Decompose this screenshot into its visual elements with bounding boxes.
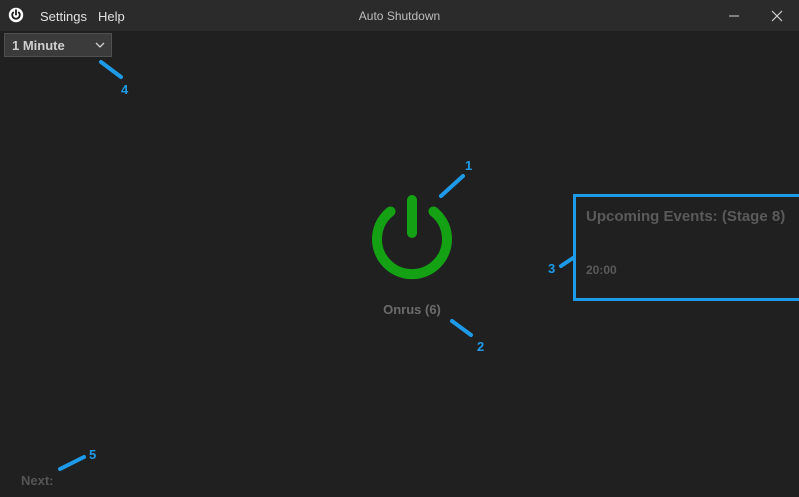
minimize-button[interactable] — [711, 0, 757, 31]
annotation-line-3 — [559, 256, 575, 268]
annotation-number-5: 5 — [89, 447, 97, 462]
upcoming-events-title: Upcoming Events: (Stage 8) — [586, 208, 786, 225]
annotation-number-2: 2 — [477, 339, 485, 354]
upcoming-events-panel: Upcoming Events: (Stage 8) 20:00 — [573, 194, 799, 301]
close-icon — [771, 10, 783, 22]
event-time: 20:00 — [586, 263, 617, 277]
menu-settings[interactable]: Settings — [40, 9, 87, 24]
annotation-number-4: 4 — [121, 82, 129, 97]
annotation-line-5 — [58, 455, 86, 471]
timer-dropdown-value: 1 Minute — [12, 38, 65, 53]
app-power-icon[interactable] — [8, 7, 24, 23]
annotation-line-4 — [99, 60, 123, 79]
minimize-icon — [729, 15, 739, 17]
close-button[interactable] — [754, 0, 799, 31]
power-icon — [372, 195, 452, 280]
title-bar: Settings Help Auto Shutdown — [0, 0, 799, 31]
annotation-number-1: 1 — [465, 158, 473, 173]
next-label: Next: — [21, 473, 54, 488]
annotation-number-3: 3 — [548, 261, 556, 276]
timer-dropdown[interactable]: 1 Minute — [4, 33, 112, 57]
chevron-down-icon — [95, 42, 105, 48]
status-label: Onrus (6) — [383, 302, 441, 317]
menu-help[interactable]: Help — [98, 9, 125, 24]
annotation-line-2 — [450, 319, 473, 337]
power-button[interactable] — [369, 190, 455, 282]
